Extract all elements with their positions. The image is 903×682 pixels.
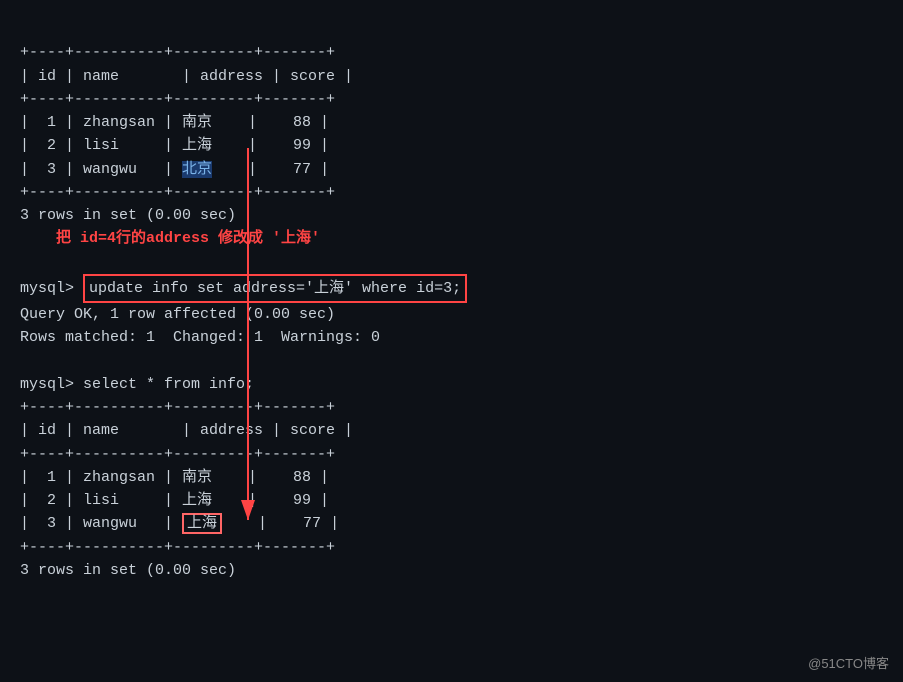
query-ok-line: Query OK, 1 row affected (0.00 sec) Rows… xyxy=(20,306,380,346)
cell-shanghai-highlight: 上海 xyxy=(182,513,222,534)
select-command: select * from info; xyxy=(83,376,254,393)
update-command-box: update info set address='上海' where id=3; xyxy=(83,274,467,303)
prompt-2: mysql> xyxy=(20,376,83,393)
watermark: @51CTO博客 xyxy=(808,653,889,672)
rows-count-2: 3 rows in set (0.00 sec) xyxy=(20,562,236,579)
rows-count-1: 3 rows in set (0.00 sec) xyxy=(20,207,236,224)
annotation-text: 把 id=4行的address 修改成 '上海' xyxy=(20,230,320,247)
terminal-window: +----+----------+---------+-------+ | id… xyxy=(0,0,903,600)
table-header-line: +----+----------+---------+-------+ | id… xyxy=(20,44,353,177)
cell-beijing-highlight: 北京 xyxy=(182,161,212,178)
prompt-1: mysql> xyxy=(20,280,83,297)
